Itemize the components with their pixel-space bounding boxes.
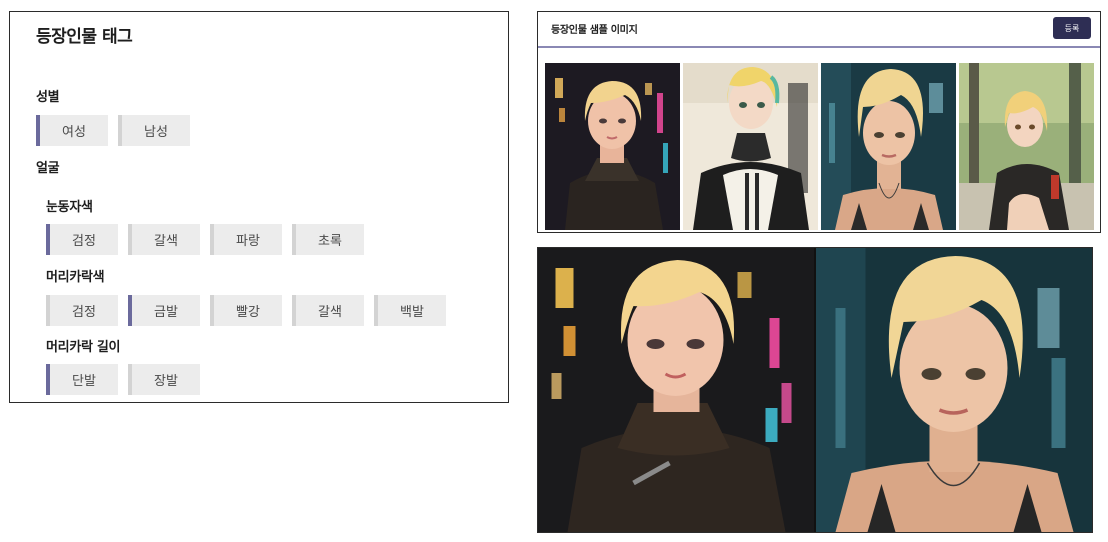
tag-chip-male[interactable]: 남성 — [118, 115, 190, 146]
divider — [538, 46, 1100, 48]
character-tag-panel: 등장인물 태그 성별 여성 남성 얼굴 눈동자색 검정 갈색 파랑 초록 머리카… — [9, 11, 509, 403]
hair-color-heading: 머리카락색 — [46, 270, 105, 285]
register-button[interactable]: 등록 — [1053, 17, 1091, 39]
character-image — [959, 63, 1094, 230]
tag-chip-eye-black[interactable]: 검정 — [46, 224, 118, 255]
character-image — [821, 63, 956, 230]
sample-image-panel: 등장인물 샘플 이미지 등록 — [537, 11, 1101, 233]
character-image — [538, 248, 814, 532]
preview-panel — [537, 247, 1093, 533]
tag-chip-eye-green[interactable]: 초록 — [292, 224, 364, 255]
tag-chip-female[interactable]: 여성 — [36, 115, 108, 146]
panel-title: 등장인물 태그 — [36, 27, 133, 47]
tag-chip-hair-white[interactable]: 백발 — [374, 295, 446, 326]
tag-chip-hair-short[interactable]: 단발 — [46, 364, 118, 395]
face-heading: 얼굴 — [36, 161, 60, 176]
sample-thumbnail[interactable] — [821, 63, 956, 230]
preview-image[interactable] — [538, 248, 814, 532]
tag-chip-eye-brown[interactable]: 갈색 — [128, 224, 200, 255]
tag-chip-hair-black[interactable]: 검정 — [46, 295, 118, 326]
hair-color-options: 검정 금발 빨강 갈색 백발 — [46, 295, 446, 326]
sample-thumbnail[interactable] — [683, 63, 818, 230]
sample-thumbnails — [545, 63, 1094, 230]
tag-chip-hair-blonde[interactable]: 금발 — [128, 295, 200, 326]
tag-chip-hair-brown[interactable]: 갈색 — [292, 295, 364, 326]
sample-thumbnail[interactable] — [545, 63, 680, 230]
tag-chip-eye-blue[interactable]: 파랑 — [210, 224, 282, 255]
preview-image[interactable] — [816, 248, 1092, 532]
character-image — [683, 63, 818, 230]
eye-color-options: 검정 갈색 파랑 초록 — [46, 224, 364, 255]
hair-length-options: 단발 장발 — [46, 364, 200, 395]
sample-thumbnail[interactable] — [959, 63, 1094, 230]
character-image — [545, 63, 680, 230]
character-image — [816, 248, 1092, 532]
gender-heading: 성별 — [36, 90, 60, 105]
eye-color-heading: 눈동자색 — [46, 200, 93, 215]
sample-panel-title: 등장인물 샘플 이미지 — [551, 25, 638, 36]
tag-chip-hair-long[interactable]: 장발 — [128, 364, 200, 395]
tag-chip-hair-red[interactable]: 빨강 — [210, 295, 282, 326]
hair-length-heading: 머리카락 길이 — [46, 340, 121, 355]
gender-options: 여성 남성 — [36, 115, 190, 146]
